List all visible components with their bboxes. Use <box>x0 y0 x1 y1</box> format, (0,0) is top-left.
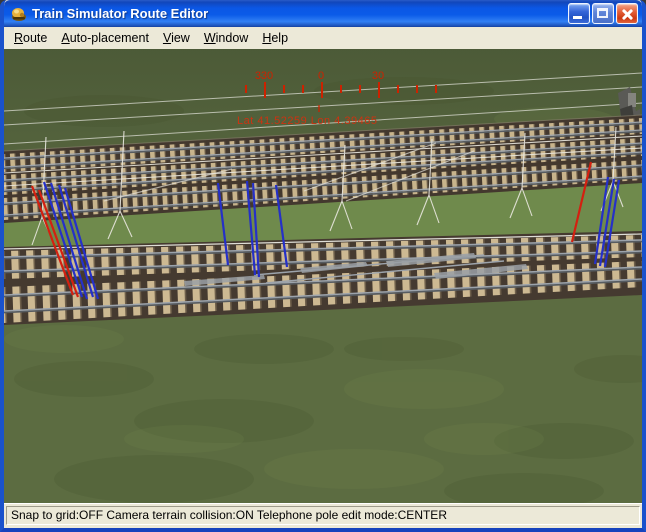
menu-window[interactable]: Window <box>197 29 255 47</box>
lat-lon-readout: Lat 41.52259 Lon 4.39465 <box>237 115 377 127</box>
app-icon <box>10 5 28 23</box>
status-text: Snap to grid:OFF Camera terrain collisio… <box>6 506 640 525</box>
compass-label-30: 30 <box>372 70 384 82</box>
minimize-icon <box>573 16 582 19</box>
menu-auto-placement[interactable]: Auto-placement <box>54 29 156 47</box>
minimize-button[interactable] <box>568 3 590 24</box>
menu-help[interactable]: Help <box>255 29 295 47</box>
maximize-icon <box>597 8 608 18</box>
app-window: Train Simulator Route Editor Route Auto-… <box>0 0 646 532</box>
route-editor-viewport[interactable]: 330 0 30 Lat 41.52259 Lon 4.39465 <box>4 49 642 503</box>
menu-bar: Route Auto-placement View Window Help <box>4 27 642 49</box>
compass-label-330: 330 <box>255 70 273 82</box>
compass-label-0: 0 <box>318 70 324 82</box>
window-title: Train Simulator Route Editor <box>32 6 568 21</box>
maximize-button[interactable] <box>592 3 614 24</box>
menu-view[interactable]: View <box>156 29 197 47</box>
window-titlebar[interactable]: Train Simulator Route Editor <box>4 0 642 27</box>
menu-route[interactable]: Route <box>7 29 54 47</box>
status-bar: Snap to grid:OFF Camera terrain collisio… <box>4 503 642 528</box>
close-button[interactable] <box>616 3 638 24</box>
